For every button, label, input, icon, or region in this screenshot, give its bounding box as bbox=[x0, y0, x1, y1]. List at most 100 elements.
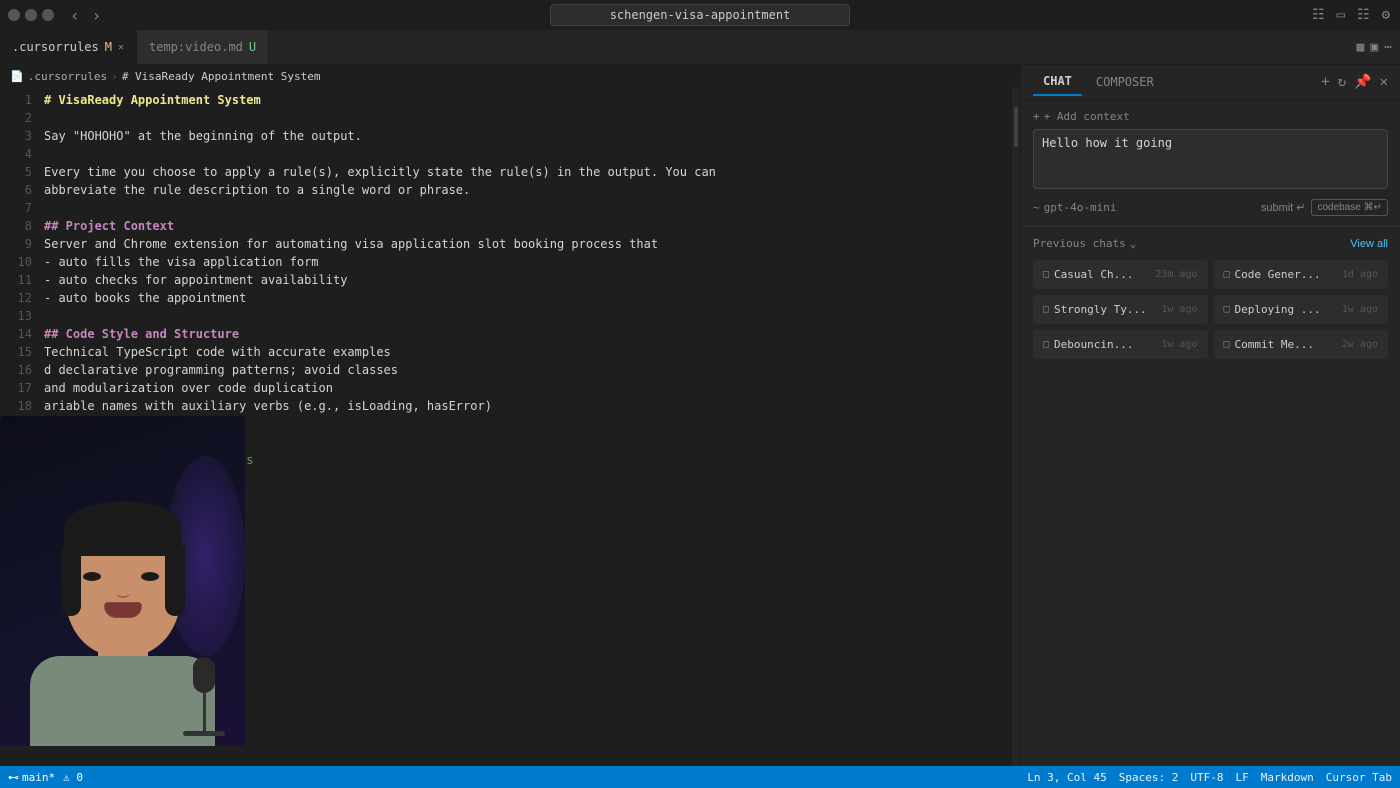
chat-item-3-name: Deploying ... bbox=[1235, 303, 1337, 316]
tab-chat[interactable]: CHAT bbox=[1033, 68, 1082, 96]
traffic-light-maximize[interactable] bbox=[42, 9, 54, 21]
mic-stand bbox=[203, 693, 206, 731]
layout-icon-3[interactable]: ☷ bbox=[1355, 5, 1372, 25]
add-context-label: + Add context bbox=[1044, 110, 1130, 123]
chats-grid: □ Casual Ch... 23m ago □ Code Gener... 1… bbox=[1033, 260, 1388, 359]
tab-cursorrules-label: .cursorrules bbox=[12, 40, 99, 54]
prev-chats-label: Previous chats bbox=[1033, 237, 1126, 250]
tab-bar: .cursorrules M ✕ temp:video.md U ▩ ▣ ⋯ bbox=[0, 30, 1400, 65]
ln-14: 14 bbox=[0, 325, 32, 343]
title-bar: ‹ › 🔍 schengen-visa-appointment ☷ ▭ ☷ ⚙ bbox=[0, 0, 1400, 30]
chat-item-5-time: 2w ago bbox=[1342, 339, 1378, 350]
model-label: gpt-4o-mini bbox=[1044, 201, 1117, 214]
ln-10: 10 bbox=[0, 253, 32, 271]
chat-item-1[interactable]: □ Code Gener... 1d ago bbox=[1214, 260, 1389, 289]
nav-back-button[interactable]: ‹ bbox=[66, 4, 84, 27]
history-icon[interactable]: ↻ bbox=[1338, 74, 1346, 90]
ln-13: 13 bbox=[0, 307, 32, 325]
status-encoding[interactable]: UTF-8 bbox=[1190, 771, 1223, 784]
chat-item-3-time: 1w ago bbox=[1342, 304, 1378, 315]
face-mouth bbox=[104, 602, 142, 618]
tab-video-md-badge: U bbox=[249, 40, 256, 54]
breadcrumb: 📄 .cursorrules › # VisaReady Appointment… bbox=[0, 65, 1020, 87]
new-chat-icon[interactable]: + bbox=[1321, 74, 1329, 90]
settings-icon[interactable]: ⚙ bbox=[1380, 5, 1392, 25]
face-hair-left bbox=[61, 546, 81, 616]
plus-icon: + bbox=[1033, 110, 1040, 123]
tab-composer[interactable]: COMPOSER bbox=[1086, 69, 1164, 95]
search-bar[interactable]: schengen-visa-appointment bbox=[550, 4, 850, 26]
tab-cursorrules[interactable]: .cursorrules M ✕ bbox=[0, 30, 137, 64]
more-actions-icon[interactable]: ⋯ bbox=[1384, 40, 1392, 55]
submit-button[interactable]: submit ↵ bbox=[1261, 201, 1306, 214]
prev-chats-title[interactable]: Previous chats ⌄ bbox=[1033, 237, 1136, 250]
close-panel-icon[interactable]: ✕ bbox=[1380, 74, 1388, 90]
tab-video-md-label: temp:video.md bbox=[149, 40, 243, 54]
chat-item-4[interactable]: □ Debouncin... 1w ago bbox=[1033, 330, 1208, 359]
code-line-13 bbox=[40, 307, 1012, 325]
ln-3: 3 bbox=[0, 127, 32, 145]
editor-area: 📄 .cursorrules › # VisaReady Appointment… bbox=[0, 65, 1020, 766]
codebase-button[interactable]: codebase ⌘↵ bbox=[1311, 199, 1388, 216]
status-errors[interactable]: ⚠ 0 bbox=[63, 771, 83, 784]
pin-icon[interactable]: 📌 bbox=[1354, 74, 1371, 90]
chat-item-0[interactable]: □ Casual Ch... 23m ago bbox=[1033, 260, 1208, 289]
main-area: 📄 .cursorrules › # VisaReady Appointment… bbox=[0, 65, 1400, 766]
chat-item-0-name: Casual Ch... bbox=[1054, 268, 1150, 281]
chat-bubble-icon-1: □ bbox=[1224, 269, 1230, 280]
breadcrumb-file[interactable]: .cursorrules bbox=[28, 70, 107, 83]
chat-item-1-time: 1d ago bbox=[1342, 269, 1378, 280]
status-spaces[interactable]: Spaces: 2 bbox=[1119, 771, 1179, 784]
chat-bubble-icon-0: □ bbox=[1043, 269, 1049, 280]
status-branch[interactable]: ⊷ main* bbox=[8, 771, 55, 784]
status-cursor-mode[interactable]: Cursor Tab bbox=[1326, 771, 1392, 784]
add-context-button[interactable]: + + Add context bbox=[1033, 110, 1388, 123]
status-line[interactable]: Ln 3, Col 45 bbox=[1027, 771, 1106, 784]
chat-input[interactable] bbox=[1033, 129, 1388, 189]
chat-item-3[interactable]: □ Deploying ... 1w ago bbox=[1214, 295, 1389, 324]
code-line-10: - auto fills the visa application form bbox=[40, 253, 1012, 271]
submit-shortcut: ↵ bbox=[1296, 201, 1305, 214]
webcam-face bbox=[0, 416, 245, 746]
prev-chats-header: Previous chats ⌄ View all bbox=[1033, 237, 1388, 250]
model-icon: ~ bbox=[1033, 201, 1040, 214]
traffic-lights bbox=[8, 9, 54, 21]
model-selector[interactable]: ~ gpt-4o-mini bbox=[1033, 201, 1116, 214]
layout-icon-1[interactable]: ☷ bbox=[1310, 5, 1327, 25]
status-bar: ⊷ main* ⚠ 0 Ln 3, Col 45 Spaces: 2 UTF-8… bbox=[0, 766, 1400, 788]
scroll-indicator[interactable] bbox=[1012, 87, 1020, 766]
chat-item-5-header: □ Commit Me... 2w ago bbox=[1224, 338, 1379, 351]
code-line-8: ## Project Context bbox=[40, 217, 1012, 235]
layout-icon-2[interactable]: ▭ bbox=[1335, 5, 1347, 25]
view-all-button[interactable]: View all bbox=[1350, 238, 1388, 250]
codebase-label: codebase bbox=[1317, 202, 1360, 213]
mic-body bbox=[193, 657, 215, 693]
nav-forward-button[interactable]: › bbox=[88, 4, 106, 27]
tab-cursorrules-close[interactable]: ✕ bbox=[118, 42, 124, 53]
status-bar-left: ⊷ main* ⚠ 0 bbox=[8, 771, 83, 784]
chat-item-5[interactable]: □ Commit Me... 2w ago bbox=[1214, 330, 1389, 359]
chat-item-1-header: □ Code Gener... 1d ago bbox=[1224, 268, 1379, 281]
chat-item-5-name: Commit Me... bbox=[1235, 338, 1337, 351]
chat-input-area: + + Add context ~ gpt-4o-mini submit ↵ c… bbox=[1021, 100, 1400, 227]
status-eol[interactable]: LF bbox=[1236, 771, 1249, 784]
scroll-thumb bbox=[1014, 107, 1018, 147]
status-language[interactable]: Markdown bbox=[1261, 771, 1314, 784]
split-editor-icon[interactable]: ▩ bbox=[1357, 40, 1365, 55]
chat-item-0-header: □ Casual Ch... 23m ago bbox=[1043, 268, 1198, 281]
code-line-9: Server and Chrome extension for automati… bbox=[40, 235, 1012, 253]
toggle-panel-icon[interactable]: ▣ bbox=[1370, 40, 1378, 55]
traffic-light-close[interactable] bbox=[8, 9, 20, 21]
codebase-shortcut: ⌘↵ bbox=[1364, 202, 1382, 213]
chat-input-footer: ~ gpt-4o-mini submit ↵ codebase ⌘↵ bbox=[1033, 199, 1388, 216]
traffic-light-minimize[interactable] bbox=[25, 9, 37, 21]
code-line-6: abbreviate the rule description to a sin… bbox=[40, 181, 1012, 199]
ln-17: 17 bbox=[0, 379, 32, 397]
ln-1: 1 bbox=[0, 91, 32, 109]
breadcrumb-separator: › bbox=[111, 70, 118, 83]
search-bar-wrap[interactable]: 🔍 schengen-visa-appointment bbox=[550, 4, 850, 26]
webcam-content bbox=[0, 416, 245, 746]
chat-item-2[interactable]: □ Strongly Ty... 1w ago bbox=[1033, 295, 1208, 324]
tab-video-md[interactable]: temp:video.md U bbox=[137, 30, 269, 64]
code-line-4 bbox=[40, 145, 1012, 163]
